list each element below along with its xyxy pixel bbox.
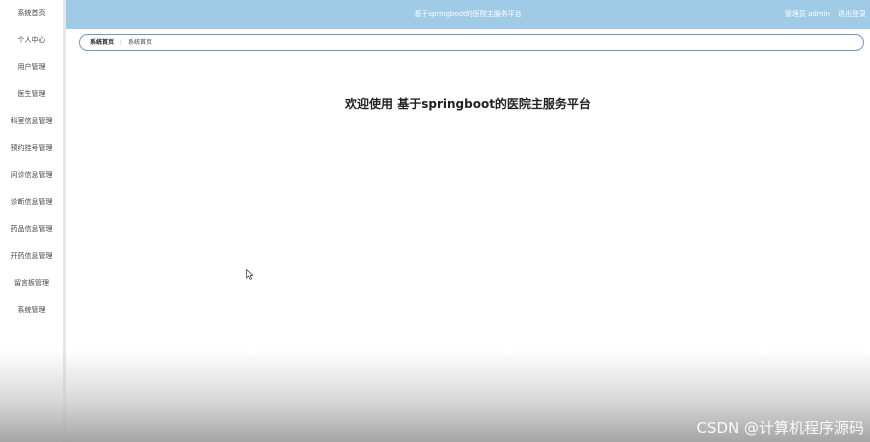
welcome-heading: 欢迎使用 基于springboot的医院主服务平台 xyxy=(345,97,591,111)
breadcrumb: 系统首页 ⋮ 系统首页 xyxy=(79,34,864,51)
breadcrumb-home-link[interactable]: 系统首页 xyxy=(90,39,114,46)
sidebar-item-departments[interactable]: 科室信息管理 xyxy=(0,108,63,135)
sidebar-item-doctors[interactable]: 医生管理 xyxy=(0,81,63,108)
sidebar-item-users[interactable]: 用户管理 xyxy=(0,54,63,81)
breadcrumb-separator: ⋮ xyxy=(118,39,125,46)
sidebar-item-message-board[interactable]: 留言板管理 xyxy=(0,270,63,297)
sidebar-item-prescriptions[interactable]: 开药信息管理 xyxy=(0,243,63,270)
watermark: CSDN @计算机程序源码 xyxy=(696,419,864,437)
app-title: 基于springboot的医院主服务平台 xyxy=(414,10,522,18)
sidebar-item-personal-center[interactable]: 个人中心 xyxy=(0,27,63,54)
top-header: 基于springboot的医院主服务平台 管理员 admin 退出登录 xyxy=(66,0,870,29)
sidebar: 系统首页 个人中心 用户管理 医生管理 科室信息管理 预约挂号管理 问诊信息管理… xyxy=(0,0,66,442)
sidebar-item-medicines[interactable]: 药品信息管理 xyxy=(0,216,63,243)
sidebar-item-diagnoses[interactable]: 诊断信息管理 xyxy=(0,189,63,216)
mouse-pointer-icon xyxy=(246,269,254,280)
sidebar-item-system[interactable]: 系统管理 xyxy=(0,297,63,324)
breadcrumb-current: 系统首页 xyxy=(128,39,153,46)
sidebar-item-home[interactable]: 系统首页 xyxy=(0,0,63,27)
logout-link[interactable]: 退出登录 xyxy=(838,0,866,29)
current-user: 管理员 admin xyxy=(784,10,830,18)
sidebar-item-consultations[interactable]: 问诊信息管理 xyxy=(0,162,63,189)
sidebar-item-appointments[interactable]: 预约挂号管理 xyxy=(0,135,63,162)
